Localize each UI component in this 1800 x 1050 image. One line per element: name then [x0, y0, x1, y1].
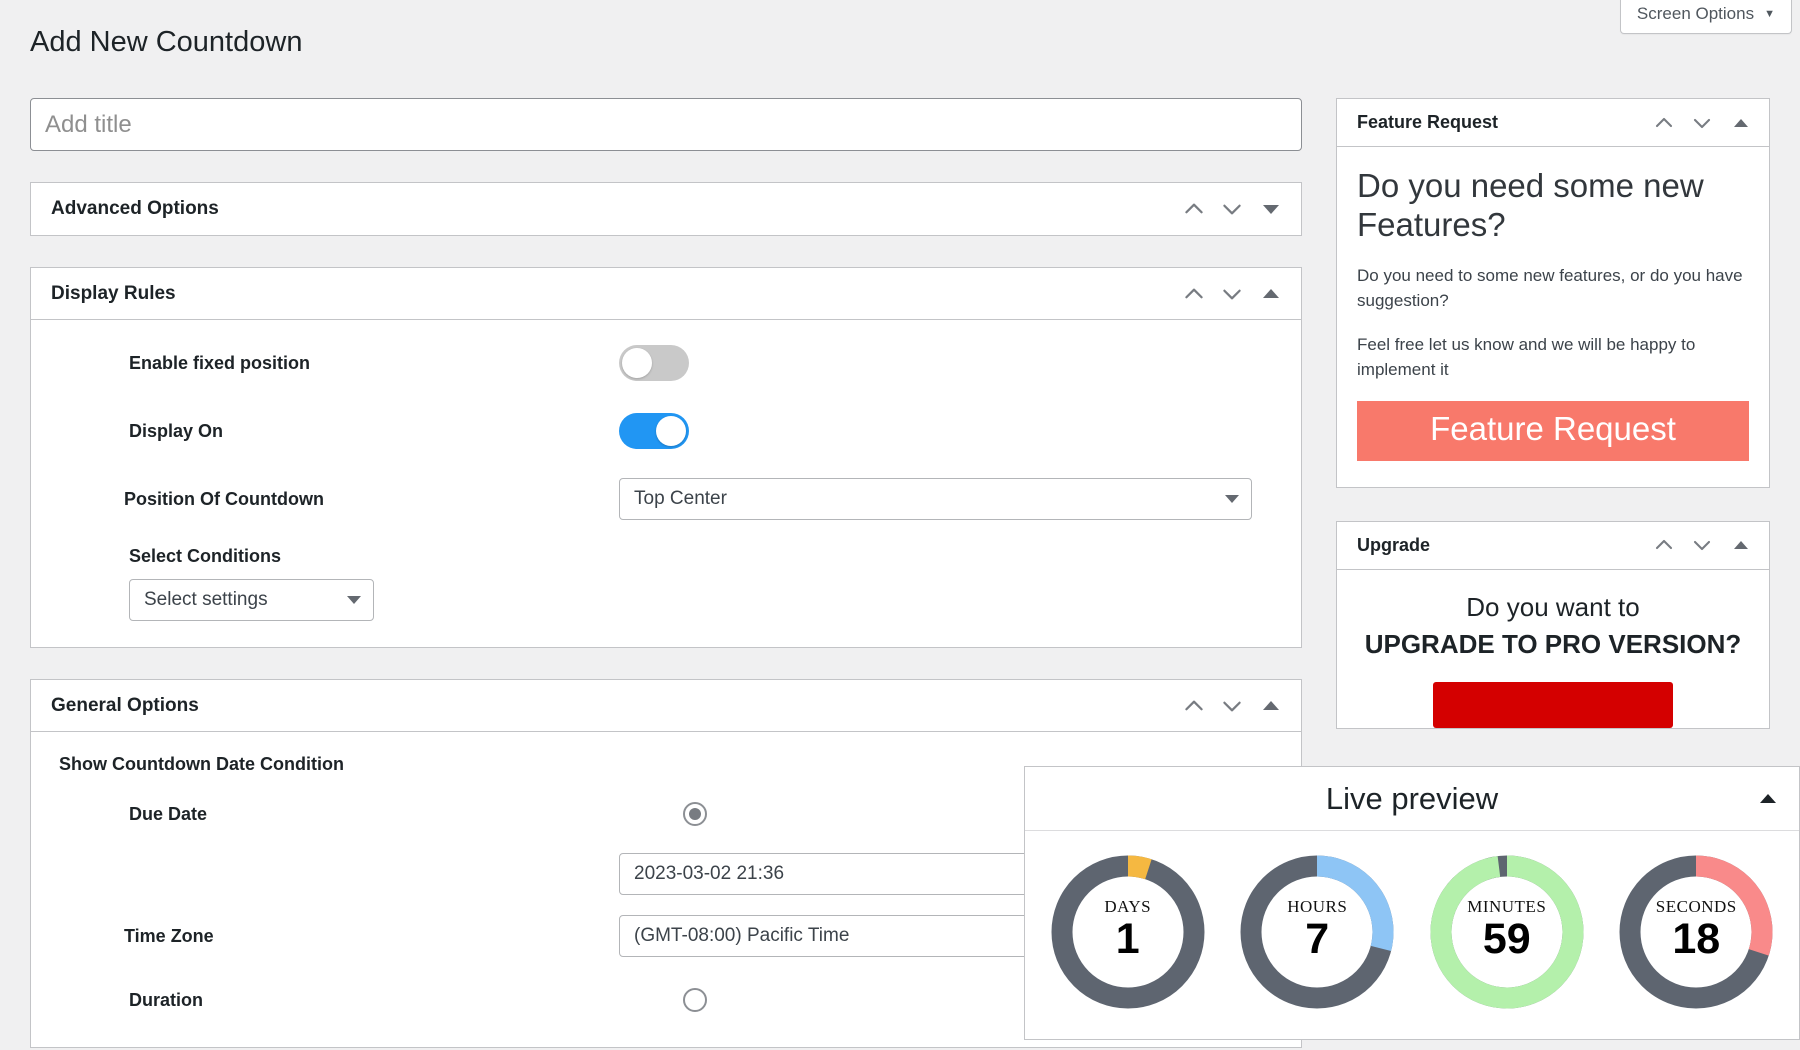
screen-options-button[interactable]: Screen Options ▼ — [1619, 0, 1792, 34]
panel-feature-request-body: Do you need some new Features? Do you ne… — [1337, 147, 1769, 487]
position-of-countdown-label: Position Of Countdown — [124, 488, 324, 509]
chevron-down-icon: ▼ — [1764, 7, 1775, 20]
duration-label: Duration — [129, 989, 203, 1010]
move-down-icon[interactable] — [1213, 189, 1251, 229]
panel-general-options-title: General Options — [51, 694, 199, 716]
move-down-icon[interactable] — [1213, 686, 1251, 726]
ring-label: HOURS — [1287, 897, 1348, 916]
select-conditions-value: Select settings — [144, 589, 268, 610]
move-up-icon[interactable] — [1645, 525, 1683, 565]
triangle-up-icon[interactable] — [1721, 103, 1761, 143]
select-conditions-select[interactable]: Select settings — [129, 579, 374, 621]
countdown-ring-days: DAYS 1 — [1047, 851, 1209, 1013]
panel-general-options-header[interactable]: General Options — [31, 680, 1301, 732]
ring-value: 18 — [1672, 915, 1721, 963]
display-on-label: Display On — [129, 420, 224, 441]
move-down-icon[interactable] — [1683, 525, 1721, 565]
panel-upgrade-body: Do you want to UPGRADE TO PRO VERSION? — [1337, 570, 1769, 728]
duration-radio[interactable] — [683, 988, 707, 1012]
panel-advanced-options: Advanced Options — [30, 182, 1302, 236]
triangle-up-icon[interactable] — [1251, 686, 1291, 726]
time-zone-value: (GMT-08:00) Pacific Time — [634, 925, 850, 946]
display-on-toggle[interactable] — [619, 413, 689, 449]
handle-actions — [1175, 189, 1291, 229]
move-up-icon[interactable] — [1645, 103, 1683, 143]
move-up-icon[interactable] — [1175, 686, 1213, 726]
panel-advanced-options-header[interactable]: Advanced Options — [31, 183, 1301, 235]
upgrade-button[interactable] — [1433, 681, 1673, 728]
triangle-up-icon[interactable] — [1755, 786, 1781, 812]
ring-value: 1 — [1115, 915, 1140, 963]
enable-fixed-position-label: Enable fixed position — [129, 352, 311, 373]
feature-request-paragraph-1: Do you need to some new features, or do … — [1357, 265, 1743, 311]
position-of-countdown-select[interactable]: Top Center — [619, 478, 1252, 520]
move-up-icon[interactable] — [1175, 189, 1213, 229]
move-down-icon[interactable] — [1213, 274, 1251, 314]
ring-label: DAYS — [1104, 897, 1152, 916]
handle-actions — [1175, 274, 1291, 314]
upgrade-line-1: Do you want to — [1466, 591, 1640, 622]
ring-value: 7 — [1305, 915, 1330, 963]
triangle-up-icon[interactable] — [1251, 274, 1291, 314]
countdown-ring-minutes: MINUTES 59 — [1426, 851, 1588, 1013]
title-input[interactable] — [30, 98, 1302, 151]
live-preview-title: Live preview — [1325, 780, 1499, 816]
row-display-on: Display On — [59, 410, 1273, 452]
handle-actions — [1645, 525, 1761, 565]
chevron-down-icon — [1225, 495, 1239, 503]
sidebar-column: Feature Request Do you need some new Fea… — [1336, 98, 1770, 762]
panel-feature-request-title: Feature Request — [1357, 112, 1499, 132]
feature-request-button[interactable]: Feature Request — [1357, 400, 1749, 461]
due-date-value: 2023-03-02 21:36 — [634, 863, 785, 884]
chevron-down-icon — [347, 596, 361, 604]
panel-display-rules-title: Display Rules — [51, 282, 176, 304]
due-date-radio[interactable] — [683, 802, 707, 826]
handle-actions — [1175, 686, 1291, 726]
position-of-countdown-value: Top Center — [634, 488, 727, 509]
select-conditions-label: Select Conditions — [129, 546, 282, 566]
ring-label: SECONDS — [1655, 897, 1737, 916]
triangle-up-icon[interactable] — [1721, 525, 1761, 565]
time-zone-label: Time Zone — [124, 925, 214, 946]
move-down-icon[interactable] — [1683, 103, 1721, 143]
screen-options-label: Screen Options — [1636, 4, 1755, 23]
ring-value: 59 — [1482, 915, 1531, 963]
feature-request-paragraph-2: Feel free let us know and we will be hap… — [1357, 334, 1696, 380]
move-up-icon[interactable] — [1175, 274, 1213, 314]
due-date-label: Due Date — [129, 803, 208, 824]
panel-upgrade-header[interactable]: Upgrade — [1337, 522, 1769, 570]
handle-actions — [1645, 103, 1761, 143]
panel-upgrade: Upgrade Do you want to UPGRADE TO PRO VE… — [1336, 520, 1770, 729]
countdown-ring-seconds: SECONDS 18 — [1615, 851, 1777, 1013]
row-select-conditions: Select Conditions Select settings — [59, 546, 1273, 621]
panel-feature-request: Feature Request Do you need some new Fea… — [1336, 98, 1770, 488]
row-position-of-countdown: Position Of Countdown Top Center — [59, 478, 1273, 520]
panel-display-rules-header[interactable]: Display Rules — [31, 268, 1301, 320]
feature-request-heading: Do you need some new Features? — [1357, 167, 1704, 243]
panel-display-rules-body: Enable fixed position Display On Positio… — [31, 320, 1301, 647]
upgrade-line-2: UPGRADE TO PRO VERSION? — [1364, 628, 1742, 659]
panel-feature-request-header[interactable]: Feature Request — [1337, 99, 1769, 147]
enable-fixed-position-toggle[interactable] — [619, 345, 689, 381]
countdown-ring-hours: HOURS 7 — [1236, 851, 1398, 1013]
triangle-down-icon[interactable] — [1251, 189, 1291, 229]
live-preview-rings: DAYS 1 HOURS 7 MINUTES 59 SECONDS 18 — [1025, 831, 1799, 1039]
panel-upgrade-title: Upgrade — [1357, 534, 1431, 555]
panel-display-rules: Display Rules Enable fixed position Disp… — [30, 267, 1302, 648]
panel-advanced-options-title: Advanced Options — [51, 198, 219, 219]
ring-label: MINUTES — [1467, 897, 1547, 916]
row-enable-fixed-position: Enable fixed position — [59, 342, 1273, 384]
live-preview-header[interactable]: Live preview — [1025, 767, 1799, 831]
page-title: Add New Countdown — [30, 26, 303, 58]
live-preview-panel: Live preview DAYS 1 HOURS 7 MINUTES 59 SECONDS… — [1024, 766, 1800, 1040]
